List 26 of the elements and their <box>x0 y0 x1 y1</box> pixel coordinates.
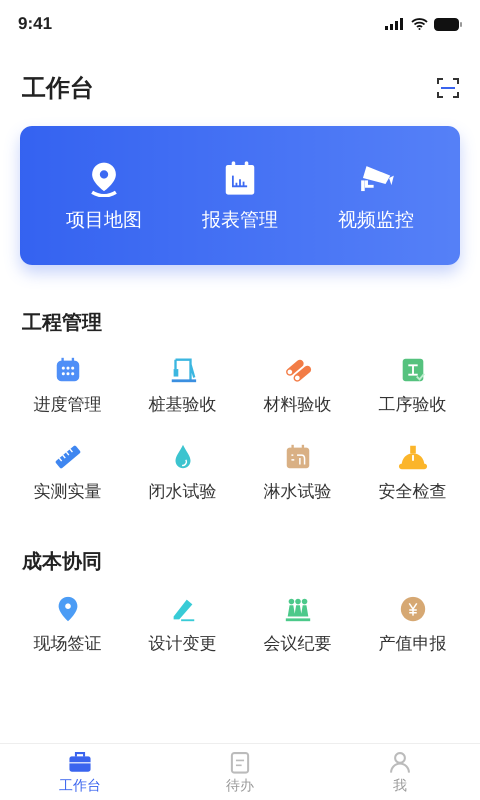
feature-button[interactable]: 桩基验收 <box>125 354 240 417</box>
feature-button[interactable]: 淋水试验 <box>240 441 355 504</box>
person-icon <box>387 749 413 775</box>
feature-button[interactable]: 工序验收 <box>355 354 470 417</box>
feature-button[interactable]: 会议纪要 <box>240 593 355 656</box>
feature-button[interactable]: 闭水试验 <box>125 441 240 504</box>
quick-action-button[interactable]: 报表管理 <box>196 158 284 234</box>
quick-action-button[interactable]: 视频监控 <box>332 158 420 234</box>
feature-button[interactable]: 设计变更 <box>125 593 240 656</box>
feature-button[interactable]: 进度管理 <box>10 354 125 417</box>
scan-icon[interactable] <box>436 76 460 100</box>
tab-item[interactable]: 工作台 <box>0 744 160 800</box>
feature-button[interactable]: 产值申报 <box>355 593 470 656</box>
status-time: 9:41 <box>18 14 52 34</box>
section-title: 工程管理 <box>21 311 103 336</box>
battery-icon <box>434 18 462 30</box>
briefcase-icon <box>67 749 93 775</box>
wifi-icon <box>411 18 428 30</box>
section-title: 成本协同 <box>20 550 103 575</box>
feature-button[interactable]: 安全检查 <box>355 441 470 504</box>
feature-button[interactable]: 材料验收 <box>240 354 355 417</box>
quick-action-button[interactable]: 项目地图 <box>60 158 148 234</box>
feature-button[interactable]: 实测实量 <box>10 441 125 504</box>
page-title: 工作台 <box>22 74 94 104</box>
signal-icon <box>385 18 405 30</box>
feature-button[interactable]: 现场签证 <box>10 593 125 656</box>
